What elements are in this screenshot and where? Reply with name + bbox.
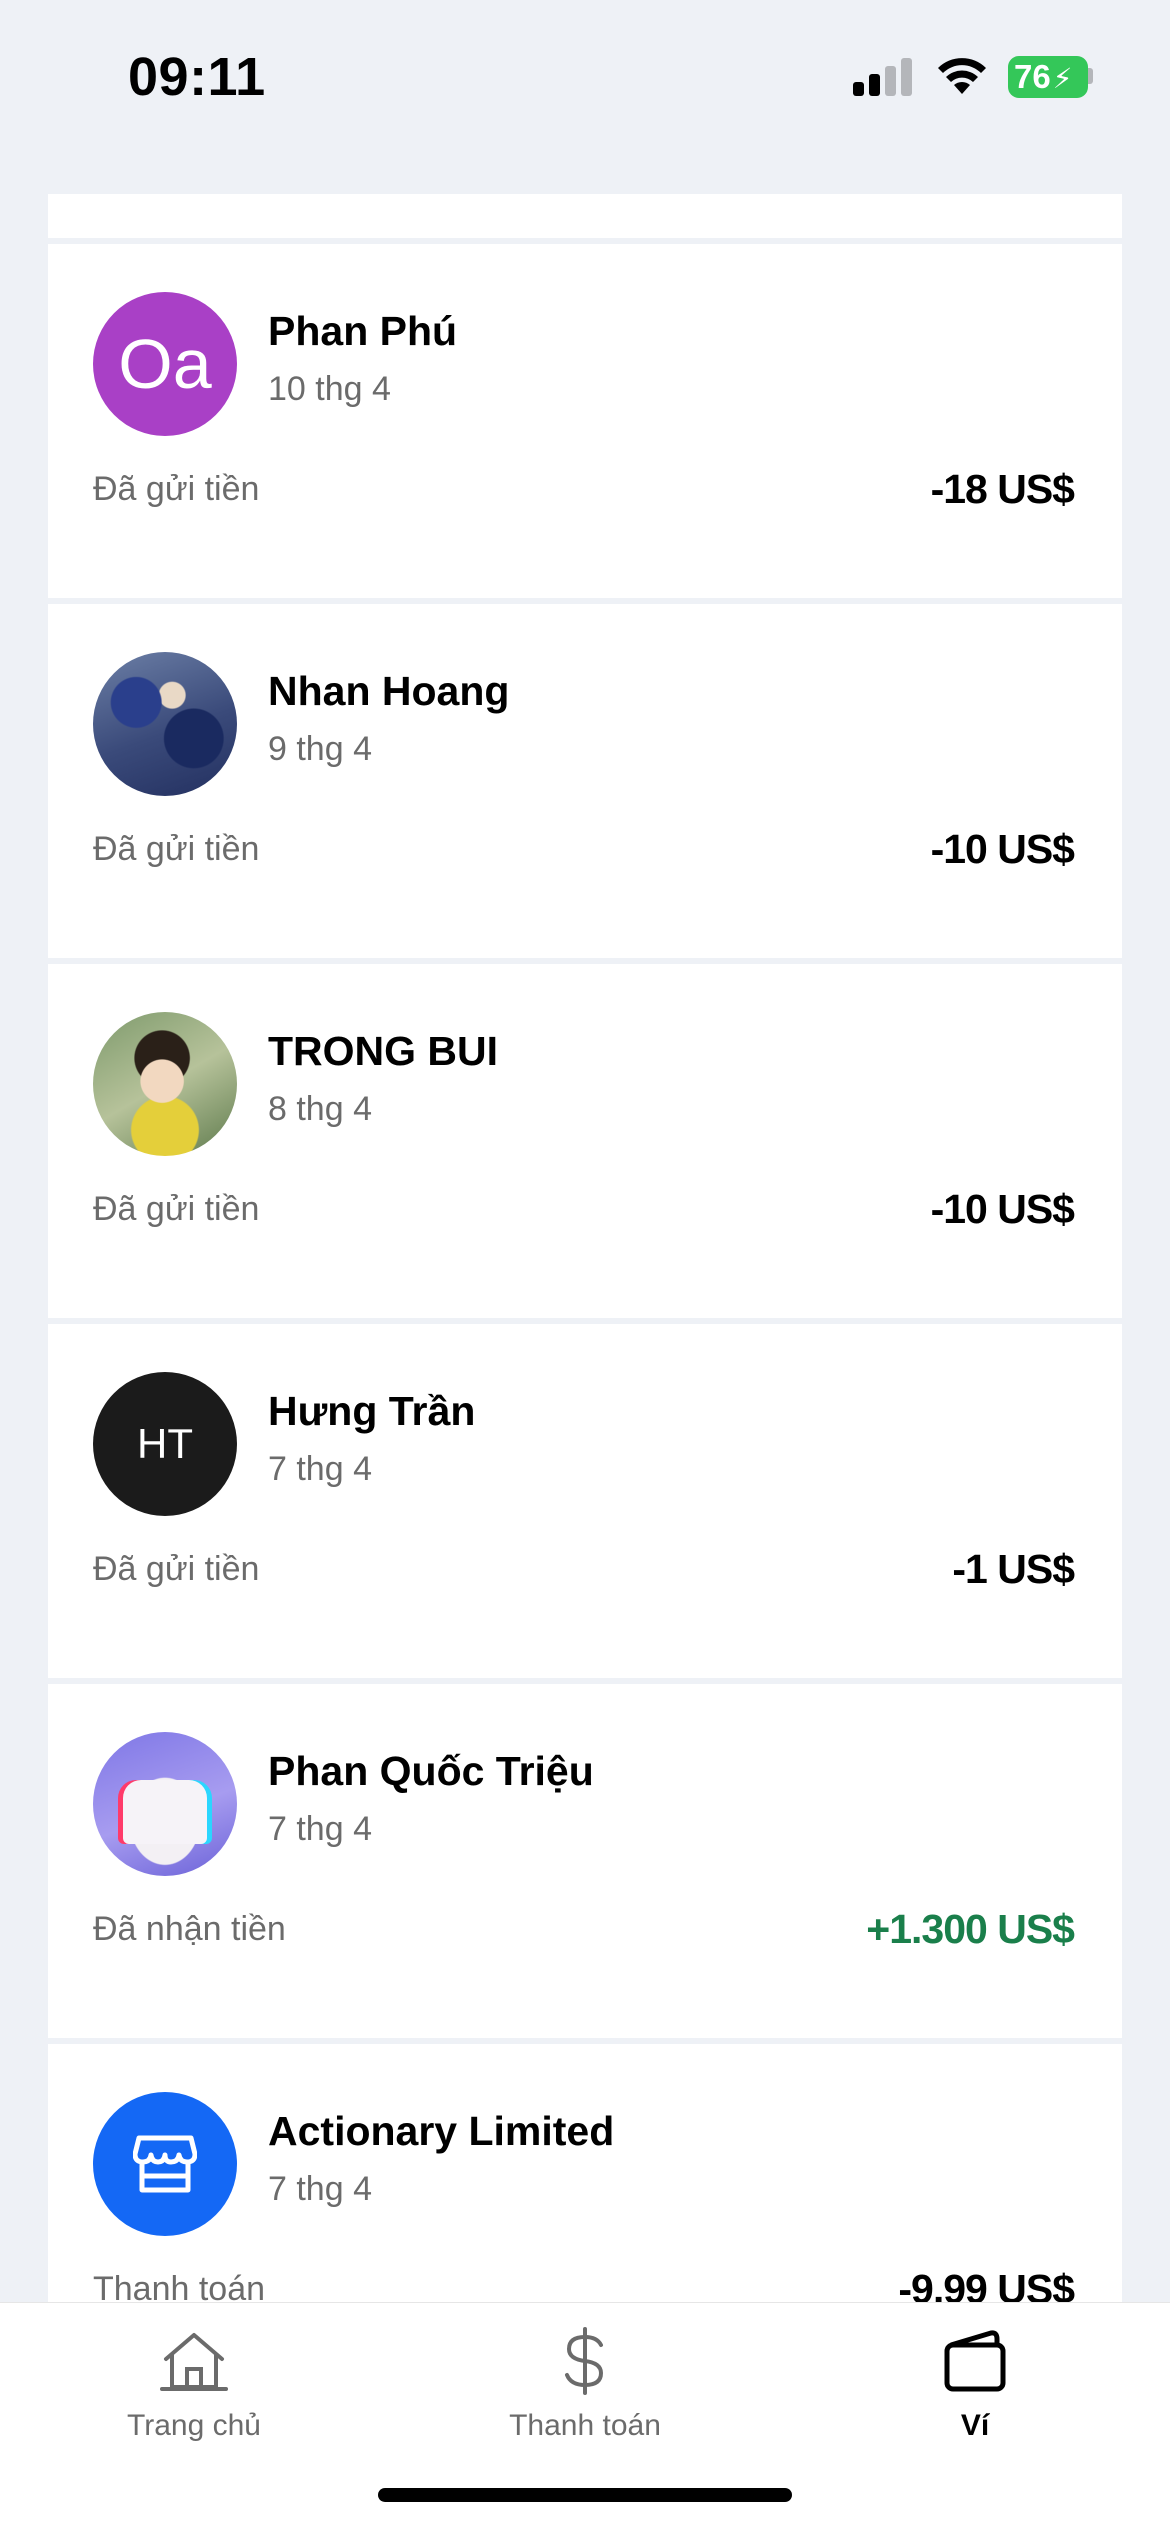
home-icon [160, 2333, 228, 2391]
dollar-icon [565, 2327, 604, 2395]
wifi-icon [938, 58, 986, 94]
transaction-date: 7 thg 4 [268, 1810, 372, 1848]
transaction-name: Actionary Limited [268, 2108, 615, 2154]
transaction-date: 7 thg 4 [268, 2170, 372, 2208]
transaction-amount: -10 US$ [930, 826, 1075, 872]
status-bar: 09:11 76⚡ [0, 0, 1170, 150]
home-indicator [378, 2488, 792, 2502]
nav-wallet-label: Ví [960, 2409, 990, 2442]
transaction-date: 10 thg 4 [268, 370, 391, 408]
transaction-card[interactable]: Oa Phan Phú 10 thg 4 Đã gửi tiền -18 US$ [48, 244, 1122, 598]
previous-card-edge [48, 194, 1122, 238]
transaction-date: 9 thg 4 [268, 730, 372, 768]
transaction-card[interactable]: HT Hưng Trần 7 thg 4 Đã gửi tiền -1 US$ [48, 1324, 1122, 1678]
avatar [93, 1732, 237, 1876]
transaction-name: Nhan Hoang [268, 668, 510, 714]
transaction-amount: -1 US$ [952, 1546, 1075, 1592]
battery-tip [1088, 68, 1093, 84]
nav-home-label: Trang chủ [127, 2409, 261, 2442]
nav-home[interactable]: Trang chủ [74, 2327, 314, 2443]
transaction-name: Phan Quốc Triệu [268, 1748, 594, 1794]
nav-payments-label: Thanh toán [509, 2409, 661, 2442]
transaction-name: TRONG BUI [268, 1028, 499, 1074]
avatar-initials: HT [137, 1420, 193, 1467]
transaction-card[interactable]: TRONG BUI 8 thg 4 Đã gửi tiền -10 US$ [48, 964, 1122, 1318]
transaction-name: Hưng Trần [268, 1388, 476, 1434]
avatar: HT [93, 1372, 237, 1516]
cellular-signal-icon [853, 58, 915, 96]
transaction-amount: -10 US$ [930, 1186, 1075, 1232]
nav-wallet[interactable]: Ví [855, 2327, 1095, 2443]
transaction-amount: +1.300 US$ [866, 1906, 1075, 1952]
transaction-date: 7 thg 4 [268, 1450, 372, 1488]
transaction-name: Phan Phú [268, 308, 458, 354]
transaction-type: Đã gửi tiền [93, 1190, 260, 1228]
battery-level: 76 [1014, 58, 1051, 95]
avatar [93, 1012, 237, 1156]
nav-payments[interactable]: Thanh toán [465, 2327, 705, 2443]
avatar [93, 2092, 237, 2236]
avatar: Oa [93, 292, 237, 436]
transaction-type: Đã gửi tiền [93, 470, 260, 508]
transaction-card[interactable]: Nhan Hoang 9 thg 4 Đã gửi tiền -10 US$ [48, 604, 1122, 958]
avatar [93, 652, 237, 796]
transaction-type: Đã nhận tiền [93, 1910, 286, 1948]
transaction-amount: -18 US$ [930, 466, 1075, 512]
battery-icon: 76⚡ [1008, 56, 1088, 98]
transaction-type: Đã gửi tiền [93, 1550, 260, 1588]
transaction-date: 8 thg 4 [268, 1090, 372, 1128]
avatar-initials: Oa [118, 325, 212, 403]
status-time: 09:11 [128, 47, 266, 107]
transaction-type: Đã gửi tiền [93, 830, 260, 868]
transaction-card[interactable]: Phan Quốc Triệu 7 thg 4 Đã nhận tiền +1.… [48, 1684, 1122, 2038]
storefront-icon [133, 2135, 197, 2193]
wallet-icon [944, 2330, 1006, 2392]
transaction-feed: Oa Phan Phú 10 thg 4 Đã gửi tiền -18 US$… [48, 194, 1122, 2404]
avatar-illustration [123, 1780, 207, 1844]
